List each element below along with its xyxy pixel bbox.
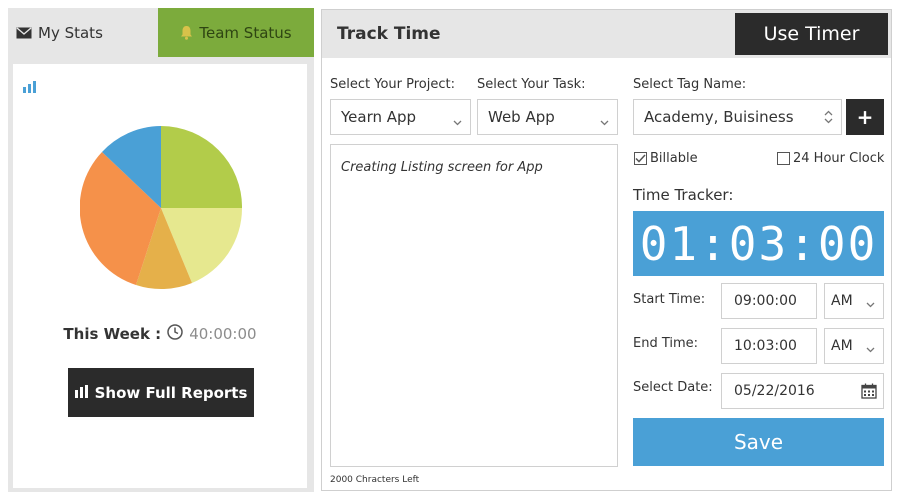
tag-select[interactable]: Academy, Buisiness: [633, 99, 842, 135]
end-time-input[interactable]: 10:03:00: [721, 328, 817, 364]
tab-my-stats[interactable]: My Stats: [8, 8, 158, 57]
characters-left: 2000 Chracters Left: [330, 475, 420, 485]
billable-label: Billable: [650, 151, 698, 166]
stats-card: This Week : 40:00:00 Show Full Reports: [13, 64, 307, 488]
start-ampm-value: AM: [831, 293, 853, 309]
clock24-checkbox[interactable]: 24 Hour Clock: [777, 151, 884, 166]
track-time-header: Track Time Use Timer: [322, 10, 891, 58]
start-time-label: Start Time:: [633, 292, 706, 307]
show-full-reports-button[interactable]: Show Full Reports: [68, 368, 254, 417]
tag-select-value: Academy, Buisiness: [644, 108, 794, 126]
start-time-input[interactable]: 09:00:00: [721, 283, 817, 319]
task-select[interactable]: Web App: [477, 99, 618, 135]
save-button[interactable]: Save: [633, 418, 884, 466]
add-tag-button[interactable]: +: [846, 99, 884, 135]
timer-display: 01:03:00: [633, 211, 884, 276]
checkbox-unchecked-icon: [777, 152, 790, 165]
up-down-arrows-icon: [824, 110, 833, 128]
this-week-label: This Week :: [63, 325, 162, 343]
tab-team-status-label: Team Status: [199, 23, 292, 42]
start-ampm-select[interactable]: AM: [824, 283, 884, 319]
chevron-down-icon: [453, 112, 462, 130]
select-date-label: Select Date:: [633, 380, 713, 395]
project-select[interactable]: Yearn App: [330, 99, 471, 135]
chevron-down-icon: [600, 112, 609, 130]
tag-label: Select Tag Name:: [633, 77, 747, 92]
this-week-summary: This Week : 40:00:00: [13, 324, 307, 344]
show-full-reports-label: Show Full Reports: [94, 383, 248, 402]
date-value: 05/22/2016: [734, 383, 815, 399]
end-time-label: End Time:: [633, 336, 699, 351]
envelope-icon: [16, 26, 32, 39]
timer-value: 01:03:00: [639, 216, 878, 271]
bell-icon: [180, 25, 193, 40]
pie-slice-green: [161, 126, 242, 208]
chevron-down-icon: [866, 341, 875, 357]
this-week-value: 40:00:00: [189, 325, 257, 343]
clock24-label: 24 Hour Clock: [793, 151, 885, 166]
task-select-value: Web App: [488, 108, 555, 126]
track-time-panel: Track Time Use Timer Select Your Project…: [321, 9, 892, 491]
stats-panel: My Stats Team Status This Week : 40:00:0…: [8, 8, 314, 492]
checkbox-checked-icon: [634, 152, 647, 165]
end-ampm-select[interactable]: AM: [824, 328, 884, 364]
date-input[interactable]: 05/22/2016: [721, 373, 884, 409]
bar-chart-icon[interactable]: [23, 78, 37, 97]
bar-chart-icon: [74, 384, 89, 402]
tab-team-status[interactable]: Team Status: [158, 8, 314, 57]
clock-icon: [167, 324, 183, 344]
task-label: Select Your Task:: [477, 77, 586, 92]
end-ampm-value: AM: [831, 338, 853, 354]
project-label: Select Your Project:: [330, 77, 455, 92]
tab-my-stats-label: My Stats: [38, 23, 103, 42]
use-timer-button[interactable]: Use Timer: [735, 13, 888, 55]
time-tracker-label: Time Tracker:: [633, 186, 734, 204]
pie-chart: [80, 126, 242, 290]
calendar-icon[interactable]: [861, 383, 877, 403]
description-textarea[interactable]: Creating Listing screen for App: [330, 144, 618, 467]
project-select-value: Yearn App: [341, 108, 417, 126]
chevron-down-icon: [866, 296, 875, 312]
billable-checkbox[interactable]: Billable: [634, 151, 698, 166]
page-title: Track Time: [337, 24, 441, 44]
